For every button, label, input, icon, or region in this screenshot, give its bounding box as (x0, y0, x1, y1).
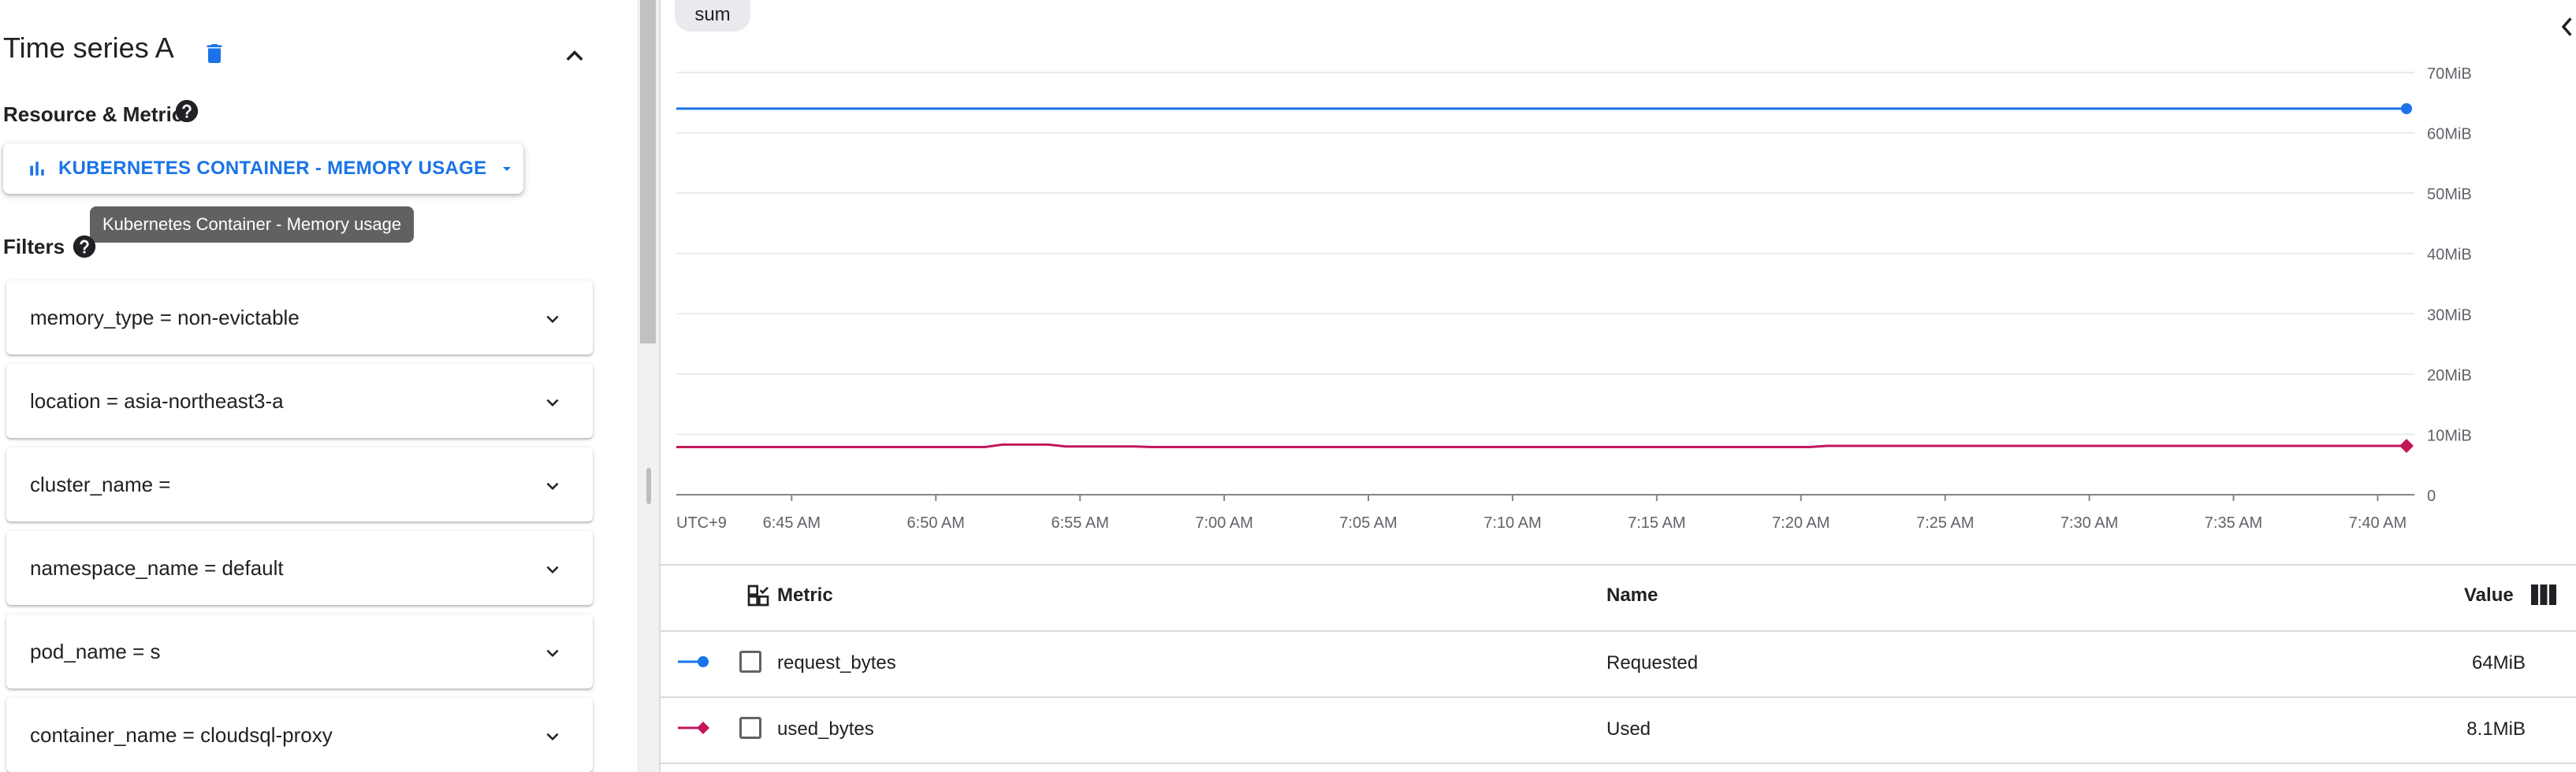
resource-metric-label: Resource & Metric (3, 102, 184, 126)
x-tick-label: 7:05 AM (1339, 514, 1397, 532)
x-tick-label: 6:55 AM (1051, 514, 1108, 532)
x-tick-label: 7:30 AM (2060, 514, 2118, 532)
x-tick-label: 7:10 AM (1483, 514, 1541, 532)
metric-tooltip: Kubernetes Container - Memory usage (90, 206, 415, 243)
x-tick-label: 7:35 AM (2205, 514, 2262, 532)
series-legend-swatch (678, 656, 709, 667)
time-series-editor: Time series A Resource & Metric KUBERNET… (0, 0, 637, 772)
row-checkbox[interactable] (739, 717, 761, 739)
y-tick-label: 30MiB (2427, 306, 2472, 324)
filter-text: memory_type = non-evictable (30, 305, 300, 329)
help-icon[interactable] (71, 233, 98, 260)
chevron-down-icon[interactable] (541, 725, 564, 748)
chevron-down-icon[interactable] (541, 558, 564, 581)
filter-cluster-name[interactable]: cluster_name = (6, 447, 593, 521)
row-border (661, 763, 2576, 764)
x-tick-label: 7:00 AM (1195, 514, 1253, 532)
header-metric[interactable]: Metric (777, 585, 833, 607)
filter-location[interactable]: location = asia-northeast3-a (6, 364, 593, 438)
value-cell: 8.1MiB (2466, 718, 2526, 740)
name-cell: Used (1606, 718, 1651, 740)
filter-text: container_name = cloudsql-proxy (30, 722, 333, 747)
chevron-down-icon[interactable] (541, 474, 564, 498)
filter-memory-type[interactable]: memory_type = non-evictable (6, 280, 593, 354)
chevron-up-icon[interactable] (558, 39, 591, 72)
filter-pod-name[interactable]: pod_name = s (6, 614, 593, 688)
y-tick-label: 10MiB (2427, 427, 2472, 444)
y-tick-label: 40MiB (2427, 247, 2472, 264)
filter-text: namespace_name = default (30, 555, 284, 580)
filter-namespace-name[interactable]: namespace_name = default (6, 531, 593, 605)
memory-usage-chart: 0 10MiB 20MiB 30MiB 40MiB 50MiB 60MiB 70MiB UTC+… (676, 65, 2472, 532)
x-tick-label: 7:40 AM (2349, 514, 2407, 532)
y-tick-label: 50MiB (2427, 186, 2472, 203)
metric-cell: used_bytes (777, 718, 874, 740)
filter-text: location = asia-northeast3-a (30, 388, 284, 413)
time-series-title: Time series A (3, 32, 174, 64)
x-tick-label: 6:45 AM (763, 514, 821, 532)
y-tick-label: 20MiB (2427, 367, 2472, 384)
series-point-used_bytes[interactable] (2399, 438, 2414, 453)
x-tick-label: 6:50 AM (907, 514, 965, 532)
chevron-down-icon[interactable] (541, 391, 564, 414)
table-top-border (661, 564, 2576, 566)
filters-label: Filters (3, 235, 65, 258)
panel-resize-handle[interactable] (646, 468, 651, 504)
series-point-request_bytes[interactable] (2401, 102, 2412, 114)
row-checkbox[interactable] (739, 651, 761, 673)
trash-icon[interactable] (202, 39, 227, 68)
x-tick-label: 7:15 AM (1628, 514, 1685, 532)
y-tick-label: 70MiB (2427, 65, 2472, 83)
caret-down-icon (503, 167, 512, 171)
metric-cell: request_bytes (777, 652, 896, 674)
help-icon[interactable] (173, 98, 200, 124)
value-cell: 64MiB (2471, 652, 2526, 674)
header-value[interactable]: Value (2464, 585, 2514, 607)
chevron-down-icon[interactable] (541, 307, 564, 331)
series-legend-swatch (678, 722, 709, 734)
table-header-border (661, 630, 2576, 632)
filter-text: pod_name = s (30, 639, 161, 663)
name-cell: Requested (1606, 652, 1699, 674)
x-tick-label: 7:20 AM (1772, 514, 1830, 532)
chevron-down-icon[interactable] (541, 641, 564, 665)
scrollbar-thumb[interactable] (640, 0, 656, 343)
timezone-label: UTC+9 (676, 514, 727, 532)
row-border (661, 696, 2576, 698)
series-line-used_bytes[interactable] (676, 443, 2407, 448)
columns-icon[interactable] (2530, 583, 2557, 607)
bar-chart-icon (30, 161, 44, 176)
filter-text: cluster_name = (30, 472, 171, 496)
x-tick-label: 7:25 AM (1916, 514, 1974, 532)
y-tick-label: 60MiB (2427, 126, 2472, 143)
chevron-left-icon[interactable] (2557, 14, 2576, 39)
y-tick-label: 0 (2427, 488, 2436, 505)
header-name[interactable]: Name (1606, 585, 1658, 607)
metric-selector-label: KUBERNETES CONTAINER - MEMORY USAGE (58, 158, 487, 179)
filter-container-name[interactable]: container_name = cloudsql-proxy (6, 698, 593, 772)
metric-selector-button[interactable]: KUBERNETES CONTAINER - MEMORY USAGE (3, 143, 523, 194)
select-all-icon[interactable] (746, 583, 771, 608)
aggregation-chip[interactable]: sum (675, 0, 750, 32)
